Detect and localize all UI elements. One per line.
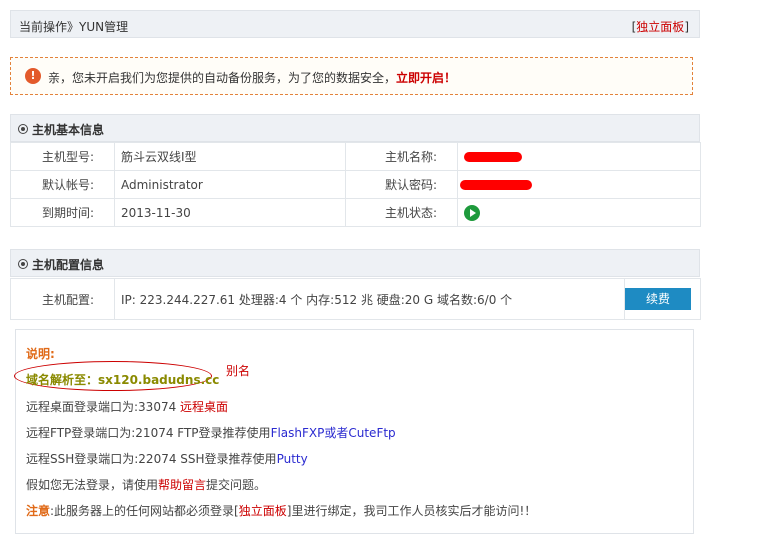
account-value: Administrator	[114, 170, 346, 199]
ftp-client-link[interactable]: FlashFXP或者CuteFtp	[271, 426, 396, 440]
redaction-mark	[464, 152, 522, 162]
circle-bullet-icon	[18, 124, 28, 134]
hostname-value	[457, 142, 701, 171]
current-operation-label: 当前操作》YUN管理	[19, 20, 129, 34]
bracket-close: ]	[684, 20, 689, 34]
section-title: 主机配置信息	[32, 258, 105, 272]
notice-message: 亲，您未开启我们为您提供的自动备份服务，为了您的数据安全，	[48, 71, 397, 85]
renew-cell: 续费	[624, 278, 701, 320]
rdp-link[interactable]: 远程桌面	[180, 400, 228, 414]
putty-link[interactable]: Putty	[277, 452, 308, 466]
current-operation-bar: 当前操作》YUN管理 [独立面板]	[10, 10, 700, 38]
config-value: IP: 223.244.227.61 处理器:4 个 内存:512 兆 硬盘:2…	[114, 278, 625, 320]
table-row: 默认帐号: Administrator 默认密码:	[10, 170, 701, 199]
rdp-line: 远程桌面登录端口为:33074 远程桌面	[26, 398, 228, 415]
exclamation-icon: !	[25, 68, 41, 84]
config-table: 主机配置: IP: 223.244.227.61 处理器:4 个 内存:512 …	[10, 278, 701, 320]
note-text-2: ]里进行绑定，我司工作人员核实后才能访问!！	[286, 504, 537, 518]
config-label: 主机配置:	[10, 278, 115, 320]
status-label: 主机状态:	[345, 198, 458, 227]
renew-button[interactable]: 续费	[625, 288, 691, 310]
note-label: 注意	[26, 504, 51, 518]
status-value	[457, 198, 701, 227]
password-value	[457, 170, 701, 199]
backup-notice: ! 亲，您未开启我们为您提供的自动备份服务，为了您的数据安全，立即开启！	[10, 57, 693, 95]
backup-notice-text: 亲，您未开启我们为您提供的自动备份服务，为了您的数据安全，立即开启！	[48, 69, 456, 86]
enable-backup-link[interactable]: 立即开启！	[396, 71, 456, 85]
password-label: 默认密码:	[345, 170, 458, 199]
independent-panel-link[interactable]: 独立面板	[636, 20, 684, 34]
explanation-title: 说明:	[26, 347, 55, 361]
explanation-box: 说明: 域名解析至：sx120.badudns.cc 别名 远程桌面登录端口为:…	[14, 329, 694, 534]
basic-info-header: 主机基本信息	[10, 114, 700, 142]
play-icon[interactable]	[464, 204, 480, 221]
hostname-label: 主机名称:	[345, 142, 458, 171]
account-label: 默认帐号:	[10, 170, 115, 199]
expiry-value: 2013-11-30	[114, 198, 346, 227]
config-info-header: 主机配置信息	[10, 249, 700, 277]
ftp-line: 远程FTP登录端口为:21074 FTP登录推荐使用FlashFXP或者Cute…	[26, 424, 396, 441]
ftp-text: 远程FTP登录端口为:21074 FTP登录推荐使用	[26, 426, 271, 440]
circle-bullet-icon	[18, 259, 28, 269]
help-suffix: 提交问题。	[206, 478, 267, 492]
section-title: 主机基本信息	[32, 123, 105, 137]
independent-panel-link[interactable]: 独立面板	[239, 504, 287, 518]
redaction-mark	[460, 180, 532, 190]
note-text-1: :此服务器上的任何网站都必须登录[	[50, 504, 239, 518]
help-message-link[interactable]: 帮助留言	[158, 478, 206, 492]
help-prefix: 假如您无法登录，请使用	[26, 478, 159, 492]
domain-resolve-line: 域名解析至：sx120.badudns.cc	[26, 373, 220, 387]
rdp-text: 远程桌面登录端口为:33074	[26, 400, 181, 414]
expiry-label: 到期时间:	[10, 198, 115, 227]
independent-panel-link-wrapper[interactable]: [独立面板]	[632, 18, 689, 35]
help-line: 假如您无法登录，请使用帮助留言提交问题。	[26, 476, 266, 493]
ssh-line: 远程SSH登录端口为:22074 SSH登录推荐使用Putty	[26, 450, 308, 467]
alias-annotation: 别名	[226, 364, 251, 378]
table-row: 主机配置: IP: 223.244.227.61 处理器:4 个 内存:512 …	[10, 278, 701, 320]
basic-info-table: 主机型号: 筋斗云双线Ⅰ型 主机名称: 默认帐号: Administrator …	[10, 142, 701, 227]
model-value: 筋斗云双线Ⅰ型	[114, 142, 346, 171]
note-line: 注意:此服务器上的任何网站都必须登录[独立面板]里进行绑定，我司工作人员核实后才…	[26, 502, 536, 519]
ssh-text: 远程SSH登录端口为:22074 SSH登录推荐使用	[26, 452, 277, 466]
model-label: 主机型号:	[10, 142, 115, 171]
table-row: 到期时间: 2013-11-30 主机状态:	[10, 198, 701, 227]
table-row: 主机型号: 筋斗云双线Ⅰ型 主机名称:	[10, 142, 701, 171]
